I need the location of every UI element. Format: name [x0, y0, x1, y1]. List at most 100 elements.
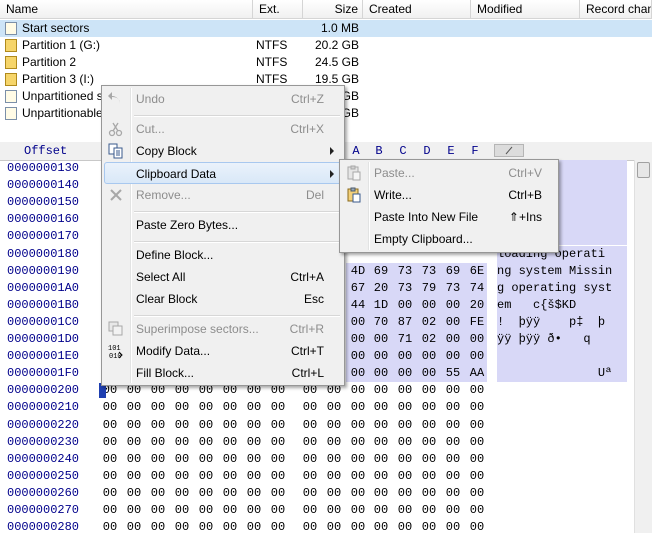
- text-column-row[interactable]: [497, 434, 627, 451]
- hex-byte[interactable]: 00: [124, 434, 144, 451]
- hex-byte[interactable]: 00: [124, 468, 144, 485]
- hex-byte[interactable]: 00: [395, 365, 415, 382]
- hex-byte[interactable]: 00: [268, 451, 288, 468]
- hex-byte[interactable]: 00: [419, 485, 439, 502]
- hex-byte[interactable]: 00: [348, 451, 368, 468]
- hex-byte[interactable]: 00: [443, 382, 463, 399]
- hex-byte[interactable]: 00: [371, 451, 391, 468]
- hex-byte[interactable]: 00: [371, 348, 391, 365]
- hex-byte[interactable]: 00: [100, 417, 120, 434]
- hex-byte[interactable]: 73: [395, 263, 415, 280]
- hex-byte[interactable]: 00: [100, 519, 120, 536]
- menu-item-select-all[interactable]: Select All Ctrl+A: [104, 266, 342, 288]
- hex-byte[interactable]: 00: [172, 417, 192, 434]
- hex-byte[interactable]: 00: [371, 331, 391, 348]
- hex-byte[interactable]: 00: [124, 502, 144, 519]
- hex-byte[interactable]: 00: [196, 485, 216, 502]
- hex-byte[interactable]: 00: [324, 502, 344, 519]
- hex-byte[interactable]: 00: [300, 519, 320, 536]
- hex-byte[interactable]: 00: [100, 434, 120, 451]
- hex-byte[interactable]: 73: [443, 280, 463, 297]
- hex-byte[interactable]: 00: [268, 485, 288, 502]
- hex-byte[interactable]: 00: [395, 468, 415, 485]
- text-column-row[interactable]: [497, 382, 627, 399]
- submenu-item-empty-clipboard[interactable]: Empty Clipboard...: [342, 228, 556, 250]
- hex-byte[interactable]: 00: [196, 399, 216, 416]
- menu-item-superimpose-sectors[interactable]: Superimpose sectors... Ctrl+R: [104, 318, 342, 340]
- menu-item-undo[interactable]: Undo Ctrl+Z: [104, 88, 342, 110]
- hex-byte[interactable]: 00: [148, 451, 168, 468]
- hex-byte[interactable]: 00: [419, 399, 439, 416]
- hex-byte[interactable]: 70: [371, 314, 391, 331]
- hex-byte[interactable]: 00: [371, 434, 391, 451]
- hex-byte[interactable]: 00: [244, 468, 264, 485]
- hex-byte[interactable]: 00: [348, 519, 368, 536]
- hex-byte[interactable]: 00: [395, 399, 415, 416]
- hex-byte[interactable]: 00: [467, 417, 487, 434]
- text-column-row[interactable]: [497, 451, 627, 468]
- hex-byte[interactable]: 00: [220, 519, 240, 536]
- hex-byte[interactable]: 00: [300, 399, 320, 416]
- hex-byte[interactable]: 20: [467, 297, 487, 314]
- hex-byte[interactable]: 00: [268, 417, 288, 434]
- hex-byte[interactable]: 00: [124, 485, 144, 502]
- hex-byte[interactable]: 00: [395, 434, 415, 451]
- hex-byte[interactable]: 00: [100, 485, 120, 502]
- hex-byte[interactable]: 00: [100, 399, 120, 416]
- hex-byte[interactable]: 00: [443, 434, 463, 451]
- hex-byte[interactable]: 00: [443, 468, 463, 485]
- hex-byte[interactable]: 74: [467, 280, 487, 297]
- hex-byte[interactable]: 00: [148, 434, 168, 451]
- hex-byte[interactable]: 00: [196, 434, 216, 451]
- text-column-row[interactable]: Uª: [497, 365, 627, 383]
- hex-byte[interactable]: 00: [348, 314, 368, 331]
- hex-byte[interactable]: 00: [348, 348, 368, 365]
- hex-byte[interactable]: 00: [244, 485, 264, 502]
- hex-byte[interactable]: 00: [371, 468, 391, 485]
- hex-byte[interactable]: 00: [220, 399, 240, 416]
- hex-byte[interactable]: 00: [348, 365, 368, 382]
- hex-byte[interactable]: 00: [220, 485, 240, 502]
- hex-byte[interactable]: 00: [148, 502, 168, 519]
- scrollbar-thumb[interactable]: [637, 162, 650, 178]
- hex-byte[interactable]: 00: [172, 502, 192, 519]
- column-header-size[interactable]: Size: [303, 0, 363, 19]
- hex-byte[interactable]: 00: [196, 417, 216, 434]
- text-column-row[interactable]: [497, 399, 627, 416]
- hex-byte[interactable]: 00: [371, 417, 391, 434]
- hex-byte[interactable]: 00: [244, 502, 264, 519]
- hex-byte[interactable]: 00: [419, 365, 439, 382]
- hex-byte[interactable]: 00: [300, 502, 320, 519]
- text-column-row[interactable]: [497, 485, 627, 502]
- menu-item-define-block[interactable]: Define Block...: [104, 244, 342, 266]
- hex-byte[interactable]: 00: [244, 519, 264, 536]
- hex-byte[interactable]: 00: [324, 451, 344, 468]
- hex-byte[interactable]: 00: [443, 485, 463, 502]
- submenu-item-paste-into-new-file[interactable]: Paste Into New File ⇑+Ins: [342, 206, 556, 228]
- file-row[interactable]: Partition 1 (G:) NTFS 20.2 GB: [0, 37, 652, 54]
- hex-byte[interactable]: 00: [467, 519, 487, 536]
- menu-item-clipboard-data[interactable]: Clipboard Data: [104, 162, 342, 184]
- hex-byte[interactable]: 00: [172, 451, 192, 468]
- hex-byte[interactable]: 00: [268, 519, 288, 536]
- hex-byte[interactable]: 00: [395, 485, 415, 502]
- hex-byte[interactable]: 00: [268, 502, 288, 519]
- hex-byte[interactable]: 00: [148, 399, 168, 416]
- hex-byte[interactable]: 00: [124, 399, 144, 416]
- hex-byte[interactable]: 00: [324, 434, 344, 451]
- hex-byte[interactable]: 00: [268, 434, 288, 451]
- hex-byte[interactable]: 00: [419, 519, 439, 536]
- menu-item-cut[interactable]: Cut... Ctrl+X: [104, 118, 342, 140]
- file-row[interactable]: Partition 2 NTFS 24.5 GB: [0, 54, 652, 71]
- hex-byte[interactable]: 00: [395, 382, 415, 399]
- text-column-row[interactable]: ng system Missin: [497, 262, 627, 280]
- hex-byte[interactable]: 00: [467, 382, 487, 399]
- hex-byte[interactable]: 87: [395, 314, 415, 331]
- hex-byte[interactable]: 00: [172, 519, 192, 536]
- hex-byte[interactable]: 00: [443, 314, 463, 331]
- hex-byte[interactable]: 00: [419, 451, 439, 468]
- text-column-row[interactable]: ! þÿÿ p‡ þ: [497, 313, 627, 331]
- submenu-item-write[interactable]: Write... Ctrl+B: [342, 184, 556, 206]
- hex-byte[interactable]: 00: [148, 485, 168, 502]
- hex-byte[interactable]: 00: [100, 468, 120, 485]
